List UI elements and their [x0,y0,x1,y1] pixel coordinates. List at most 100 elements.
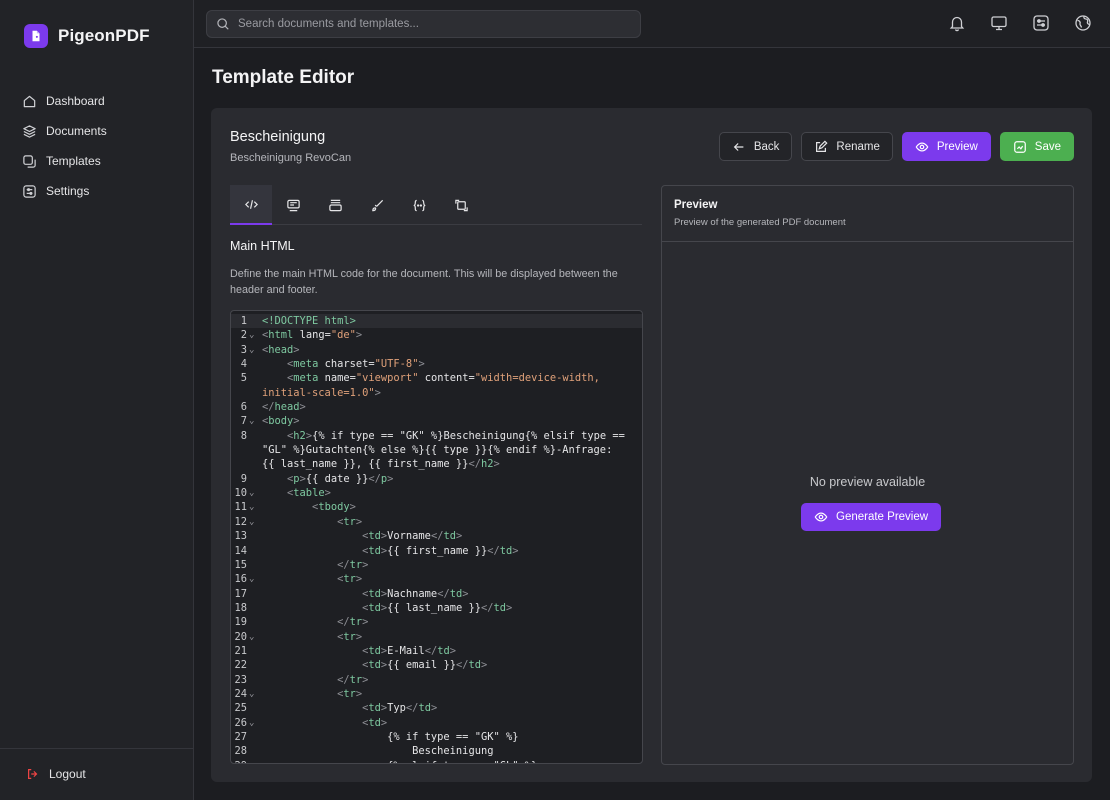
line-number: 12 [234,515,247,528]
code-text: <tr> [337,687,363,700]
generate-preview-button[interactable]: Generate Preview [801,503,942,531]
fold-toggle-icon[interactable]: ⌄ [249,486,254,500]
sidebar-item-documents[interactable]: Documents [14,116,180,146]
code-line[interactable]: 27 {% if type == "GK" %} [231,730,642,744]
monitor-icon[interactable] [990,14,1008,32]
line-number: 13 [234,530,247,543]
globe-icon[interactable] [1074,14,1092,32]
fold-toggle-icon[interactable]: ⌄ [249,716,254,730]
line-number: 24 [234,687,247,700]
code-line[interactable]: 23 </tr> [231,673,642,687]
code-line[interactable]: 15 </tr> [231,558,642,572]
code-line[interactable]: "GL" %}Gutachten{% else %}{{ type }}{% e… [231,443,642,457]
fold-toggle-icon[interactable]: ⌄ [249,500,254,514]
code-text: <head> [262,343,300,356]
code-line[interactable]: 5 <meta name="viewport" content="width=d… [231,371,642,385]
code-line[interactable]: 8 <h2>{% if type == "GK" %}Bescheinigung… [231,429,642,443]
line-number: 17 [234,587,247,600]
line-number: 1 [240,315,247,327]
brush-icon [371,199,383,211]
line-number: 5 [240,372,247,385]
fold-toggle-icon[interactable]: ⌄ [249,515,254,529]
code-text: <tr> [337,515,363,528]
fold-toggle-icon[interactable]: ⌄ [249,630,254,644]
fold-toggle-icon[interactable]: ⌄ [249,687,254,701]
line-number: 3 [240,343,247,356]
sidebar: PigeonPDF Dashboard Documents Templates … [0,0,194,800]
code-text: <table> [287,487,331,500]
tab-header[interactable] [272,185,314,225]
code-text: <td>{{ first_name }}</td> [362,544,519,557]
rename-button[interactable]: Rename [801,132,893,161]
fold-toggle-icon[interactable]: ⌄ [249,414,254,428]
line-number: 11 [234,501,247,514]
tab-transform[interactable] [440,185,482,225]
sidebar-item-templates[interactable]: Templates [14,146,180,176]
bell-icon[interactable] [948,14,966,32]
code-text: <td>Vorname</td> [362,530,463,543]
line-number: 26 [234,716,247,729]
code-line[interactable]: 13 <td>Vorname</td> [231,529,642,543]
sidebar-item-label: Settings [46,184,90,198]
code-text: <td>Typ</td> [362,702,438,715]
line-number: 28 [234,745,247,758]
code-line[interactable]: 6 </head> [231,400,642,414]
preview-button[interactable]: Preview [901,132,991,161]
code-line[interactable]: 17 <td>Nachname</td> [231,587,642,601]
template-subtitle: Bescheinigung RevoCan [230,152,352,164]
search-input[interactable] [238,18,618,30]
tab-main-html[interactable] [230,185,272,225]
code-text: <tbody> [312,501,356,514]
layers-icon [23,124,36,138]
code-text: initial-scale=1.0"> [262,386,381,399]
code-line[interactable]: 22 <td>{{ email }}</td> [231,658,642,672]
code-line[interactable]: 25 <td>Typ</td> [231,701,642,715]
sidebar-item-settings[interactable]: Settings [14,176,180,206]
code-line[interactable]: 4 <meta charset="UTF-8"> [231,357,642,371]
code-line[interactable]: 20 ⌄ <tr> [231,630,642,644]
code-editor[interactable]: 1 <!DOCTYPE html> 2 ⌄ <html lang="de"> 3 ⌄ <hea… [230,310,643,764]
code-line[interactable]: 1 <!DOCTYPE html> [231,314,642,329]
code-line[interactable]: 16 ⌄ <tr> [231,572,642,586]
code-line[interactable]: 24 ⌄ <tr> [231,687,642,701]
code-line[interactable]: 21 <td>E-Mail</td> [231,644,642,658]
code-line[interactable]: 28 Bescheinigung [231,744,642,758]
code-line[interactable]: 14 <td>{{ first_name }}</td> [231,544,642,558]
tab-variables[interactable] [398,185,440,225]
code-line[interactable]: 19 </tr> [231,615,642,629]
code-line[interactable]: 9 <p>{{ date }}</p> [231,472,642,486]
sidebar-item-dashboard[interactable]: Dashboard [14,86,180,116]
code-line[interactable]: {{ last_name }}, {{ first_name }}</h2> [231,457,642,471]
toggles-icon[interactable] [1032,14,1050,32]
code-line[interactable]: 3 ⌄ <head> [231,343,642,357]
header-icon [286,199,300,211]
code-line[interactable]: initial-scale=1.0"> [231,386,642,400]
eye-icon [915,141,929,152]
code-line[interactable]: 12 ⌄ <tr> [231,515,642,529]
save-label: Save [1034,140,1061,153]
code-text: {% if type == "GK" %} [262,730,519,743]
fold-toggle-icon[interactable]: ⌄ [249,343,254,357]
fold-toggle-icon[interactable]: ⌄ [249,572,254,586]
line-number: 18 [234,601,247,614]
logout-button[interactable]: Logout [26,767,86,781]
back-button[interactable]: Back [718,132,793,161]
code-line[interactable]: 18 <td>{{ last_name }}</td> [231,601,642,615]
code-line[interactable]: 26 ⌄ <td> [231,716,642,730]
code-text: </tr> [337,616,369,629]
code-text: {% elsif type == "GL" %} [262,759,537,763]
code-line[interactable]: 7 ⌄ <body> [231,414,642,428]
tab-footer[interactable] [314,185,356,225]
code-line[interactable]: 11 ⌄ <tbody> [231,500,642,514]
tab-styles[interactable] [356,185,398,225]
fold-toggle-icon[interactable]: ⌄ [249,328,254,342]
search-box[interactable] [206,10,641,38]
code-line[interactable]: 2 ⌄ <html lang="de"> [231,328,642,342]
code-line[interactable]: 10 ⌄ <table> [231,486,642,500]
line-number: 9 [240,472,247,485]
settings-icon [23,184,36,198]
code-line[interactable]: 29 {% elsif type == "GL" %} [231,759,642,763]
brand[interactable]: PigeonPDF [24,24,150,48]
home-icon [23,95,36,107]
save-button[interactable]: Save [999,132,1074,161]
